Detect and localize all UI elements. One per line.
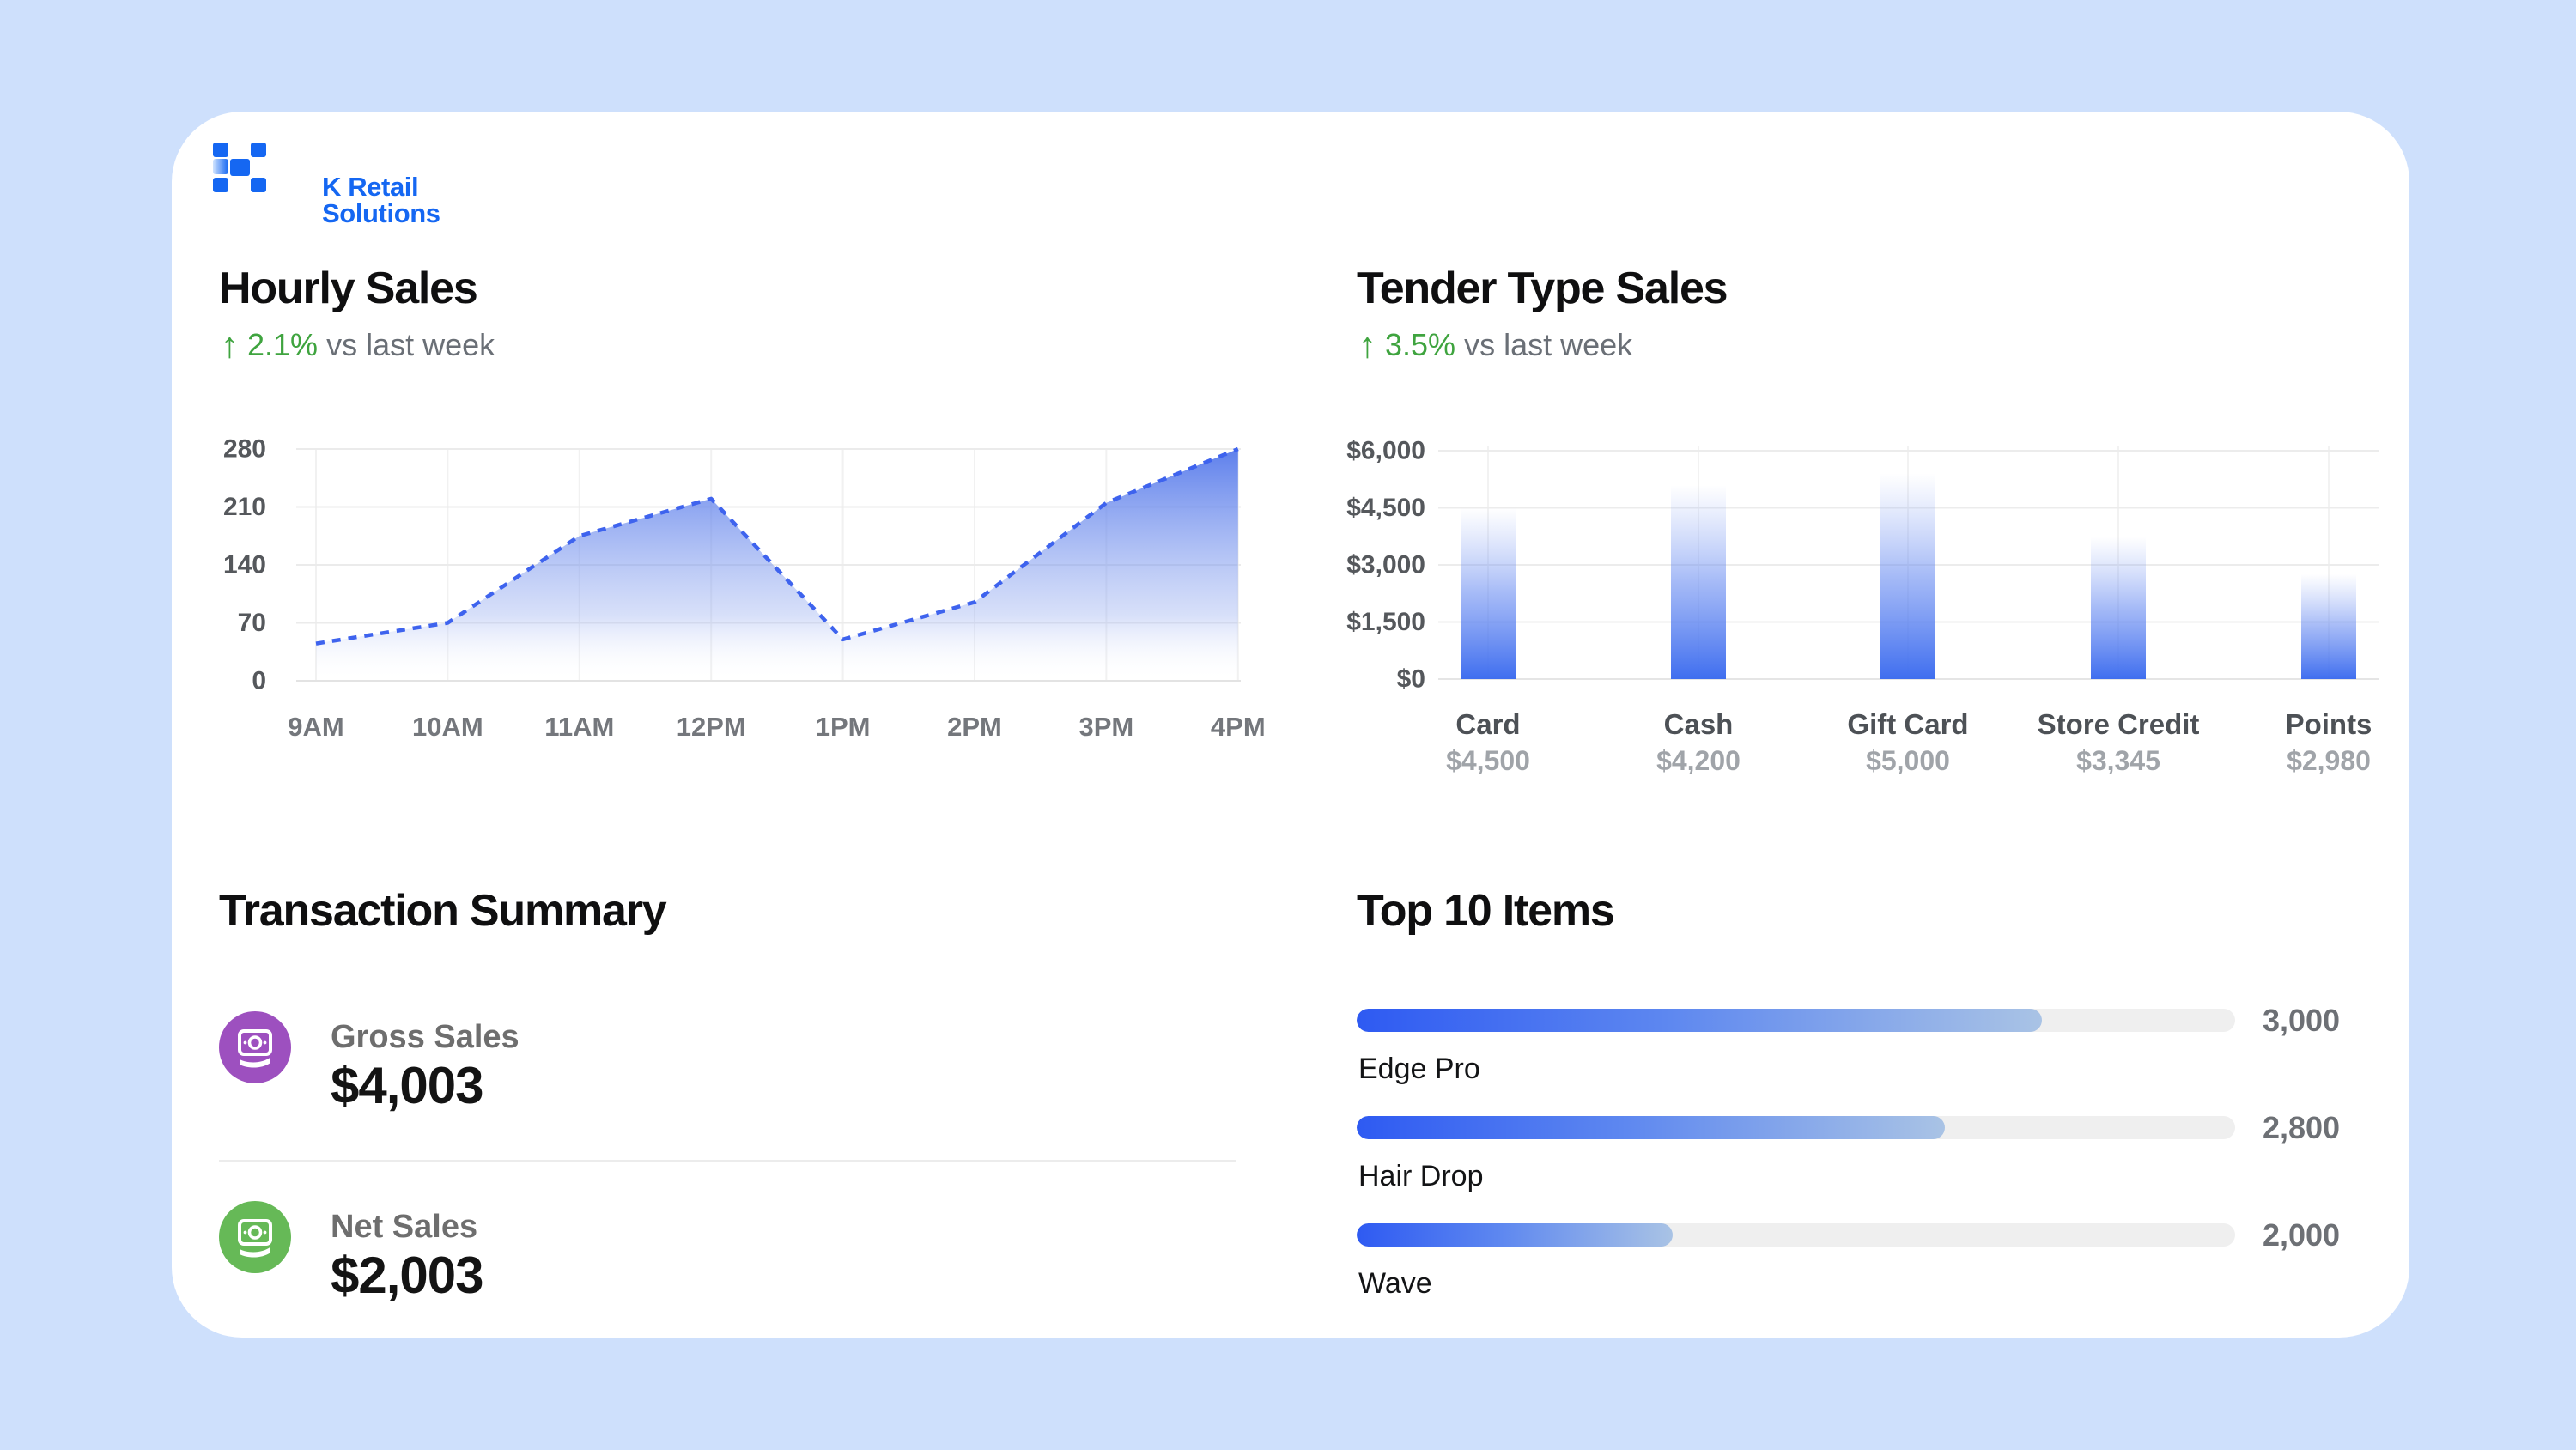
hourly-x-axis-label: 9AM	[288, 712, 343, 742]
hourly-x-axis-label: 10AM	[412, 712, 483, 742]
net-sales-value: $2,003	[331, 1249, 483, 1302]
top-item-value-edge-pro: 3,000	[2233, 1004, 2370, 1038]
cash-drawer-icon	[219, 1201, 291, 1273]
gross-sales-value: $4,003	[331, 1059, 483, 1113]
top-item-track-hair-drop	[1357, 1116, 2235, 1139]
hourly-y-axis-label: 140	[223, 551, 266, 579]
hourly-y-axis-label: 210	[223, 493, 266, 521]
top-item-value-hair-drop: 2,800	[2233, 1111, 2370, 1145]
brand-name-line2: Solutions	[322, 200, 440, 227]
gross-sales-label: Gross Sales	[331, 1020, 519, 1054]
top-items-list: 3,000 Edge Pro 2,800 Hair Drop 2,000 Wave	[1357, 112, 2409, 1338]
hourly-x-axis-label: 1PM	[816, 712, 871, 742]
hourly-y-axis-label: 0	[252, 667, 266, 695]
top-item-track-edge-pro	[1357, 1009, 2235, 1032]
hourly-sales-title: Hourly Sales	[219, 264, 477, 312]
top-item-track-wave	[1357, 1223, 2235, 1247]
hourly-delta-percent: 2.1%	[247, 327, 318, 363]
hourly-sales-area-chart: 0 70 140 210 280 9AM 10AM 11AM 12PM 1PM 2PM 3PM 4PM	[193, 434, 1275, 760]
brand-name-line1: K Retail	[322, 173, 440, 200]
cash-drawer-icon	[219, 1011, 291, 1083]
top-item-fill-wave	[1357, 1223, 1673, 1247]
net-sales-label: Net Sales	[331, 1210, 477, 1244]
top-item-fill-edge-pro	[1357, 1009, 2042, 1032]
brand-logo-text: K Retail Solutions	[322, 173, 440, 227]
hourly-x-axis-label: 3PM	[1079, 712, 1134, 742]
hourly-x-axis-label: 2PM	[947, 712, 1002, 742]
hourly-sales-delta: ↑ 2.1% vs last week	[221, 326, 495, 364]
hourly-x-axis-label: 11AM	[544, 712, 614, 742]
up-arrow-icon: ↑	[221, 328, 239, 362]
page-background: K Retail Solutions Hourly Sales ↑ 2.1% v…	[0, 0, 2576, 1450]
dashboard-card: K Retail Solutions Hourly Sales ↑ 2.1% v…	[172, 112, 2409, 1338]
brand-logo-k-icon	[213, 143, 266, 192]
top-item-fill-hair-drop	[1357, 1116, 1945, 1139]
hourly-y-axis-label: 280	[223, 435, 266, 464]
top-item-label-edge-pro: Edge Pro	[1358, 1053, 1480, 1084]
top-item-value-wave: 2,000	[2233, 1218, 2370, 1253]
hourly-delta-suffix: vs last week	[326, 327, 495, 363]
hourly-x-axis-label: 12PM	[677, 712, 746, 742]
brand-logo: K Retail Solutions	[213, 143, 574, 203]
hourly-x-axis-label: 4PM	[1211, 712, 1266, 742]
summary-divider	[219, 1160, 1236, 1162]
top-item-label-hair-drop: Hair Drop	[1358, 1161, 1483, 1192]
hourly-y-axis-label: 70	[238, 609, 266, 637]
transaction-summary-title: Transaction Summary	[219, 887, 666, 935]
top-item-label-wave: Wave	[1358, 1268, 1432, 1299]
